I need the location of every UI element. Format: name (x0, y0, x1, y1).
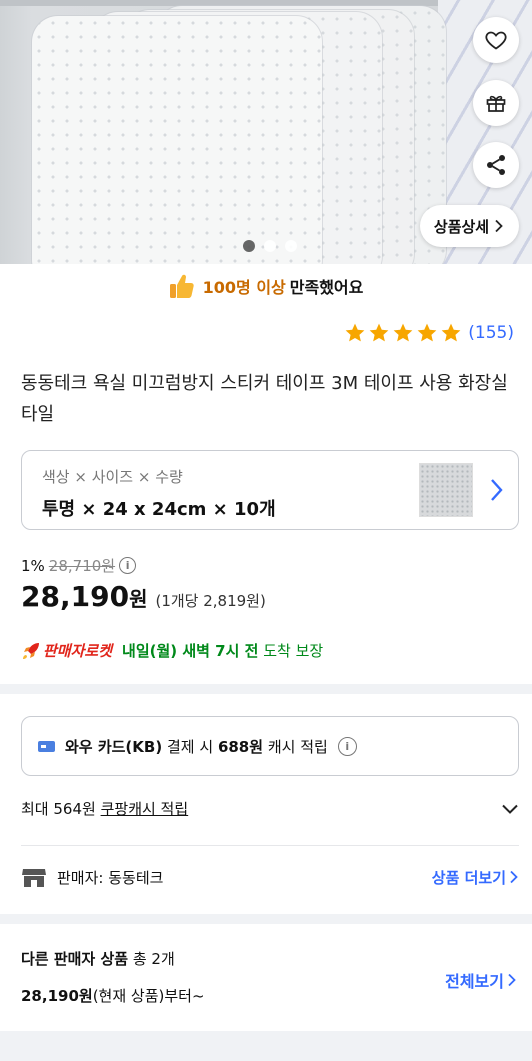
card-cashback-offer[interactable]: 와우 카드(KB) 결제 시 688원 캐시 적립 i (21, 716, 519, 776)
gift-icon (486, 95, 506, 112)
thumbs-up-icon (169, 274, 194, 298)
satisfaction-text: 만족했어요 (289, 278, 364, 297)
cash-text: 최대 564원 쿠팡캐시 적립 (21, 798, 188, 819)
option-thumbnail (419, 463, 473, 517)
info-icon[interactable]: i (337, 736, 357, 756)
seller-row: 판매자: 동동테크 상품 더보기 (21, 866, 519, 888)
delivery-eta-rest: 도착 보장 (263, 642, 324, 660)
seller-more-label: 상품 더보기 (431, 868, 506, 887)
rocket-badge: 판매자로켓 (21, 640, 112, 661)
chevron-right-icon (491, 479, 503, 501)
delivery-eta-highlight: 내일(월) 새벽 7시 전 (122, 642, 259, 660)
star-icon (345, 323, 365, 342)
card-name: 와우 카드(KB) (65, 737, 163, 756)
original-price: 28,710원 (48, 557, 116, 575)
pager-dot[interactable] (243, 240, 255, 252)
option-value: 투명 × 24 x 24cm × 10개 (42, 499, 276, 520)
seller-info: 판매자: 동동테크 (21, 866, 163, 888)
unit-price: (1개당 2,819원) (155, 592, 266, 610)
option-label: 색상 × 사이즈 × 수량 (42, 468, 183, 486)
product-title: 동동테크 욕실 미끄럼방지 스티커 테이프 3M 테이프 사용 화장실 타일 (21, 373, 508, 425)
credit-card-icon (38, 740, 55, 752)
star-icon (441, 323, 461, 342)
star-icon (393, 323, 413, 342)
chevron-right-icon (495, 219, 503, 233)
coupang-cash-row[interactable]: 최대 564원 쿠팡캐시 적립 (21, 798, 519, 819)
pager-dot[interactable] (285, 240, 297, 252)
star-icon (369, 323, 389, 342)
discount-row: 1% 28,710원 i (21, 555, 137, 576)
seller-more-link[interactable]: 상품 더보기 (432, 867, 519, 888)
cash-link[interactable]: 쿠팡캐시 적립 (101, 800, 189, 818)
sale-price: 28,190 원 (1개당 2,819원) (21, 580, 266, 613)
price-currency: 원 (129, 587, 148, 611)
delivery-eta: 내일(월) 새벽 7시 전 도착 보장 (122, 640, 323, 661)
section-divider (0, 914, 532, 924)
section-divider (0, 684, 532, 694)
star-icon (417, 323, 437, 342)
other-sellers-heading: 다른 판매자 상품 총 2개 (21, 948, 519, 969)
store-icon (22, 869, 46, 887)
other-sellers-section: 다른 판매자 상품 총 2개 28,190원(현재 상품)부터~ 전체보기 (21, 948, 519, 1006)
image-sheet (32, 16, 322, 264)
review-count[interactable]: (155) (468, 323, 514, 343)
heart-icon (485, 31, 507, 50)
product-image-carousel[interactable]: 상품상세 (0, 0, 532, 264)
share-icon (487, 155, 505, 175)
satisfaction-highlight: 100명 이상 (202, 278, 286, 297)
row-divider (21, 845, 519, 846)
chevron-down-icon[interactable] (501, 803, 519, 815)
wishlist-button[interactable] (473, 17, 519, 63)
product-detail-button[interactable]: 상품상세 (420, 205, 519, 247)
other-sellers-price-suffix: (현재 상품)부터~ (92, 987, 205, 1005)
other-sellers-title: 다른 판매자 상품 (21, 950, 129, 968)
carousel-pager (243, 240, 297, 252)
price-amount: 28,190 (21, 580, 130, 613)
info-icon[interactable]: i (119, 557, 137, 574)
chevron-right-icon (510, 870, 518, 884)
option-selector[interactable]: 색상 × 사이즈 × 수량 투명 × 24 x 24cm × 10개 (21, 450, 519, 530)
view-all-link[interactable]: 전체보기 (445, 968, 517, 992)
gift-button[interactable] (473, 80, 519, 126)
product-detail-label: 상품상세 (433, 217, 490, 236)
pager-dot[interactable] (264, 240, 276, 252)
card-offer-amount: 688원 (217, 737, 264, 756)
cash-prefix: 최대 564원 (21, 800, 96, 818)
rocket-label: 판매자로켓 (43, 642, 113, 660)
other-sellers-price: 28,190원 (21, 987, 93, 1005)
card-offer-text2: 캐시 적립 (267, 737, 328, 756)
share-button[interactable] (473, 142, 519, 188)
chevron-right-icon (508, 973, 516, 987)
delivery-info: 판매자로켓 내일(월) 새벽 7시 전 도착 보장 (21, 640, 323, 661)
rocket-icon (23, 642, 39, 659)
rating-summary[interactable]: (155) (344, 322, 514, 344)
discount-rate: 1% (21, 556, 45, 575)
satisfaction-banner: 100명 이상 만족했어요 (0, 270, 532, 302)
card-offer-text1: 결제 시 (166, 737, 214, 756)
other-sellers-count: 총 2개 (132, 950, 175, 968)
card-offer-text: 와우 카드(KB) 결제 시 688원 캐시 적립 (65, 736, 328, 757)
view-all-label: 전체보기 (445, 972, 504, 991)
seller-label: 판매자: 동동테크 (57, 868, 164, 887)
bottom-spacer (0, 1031, 532, 1061)
